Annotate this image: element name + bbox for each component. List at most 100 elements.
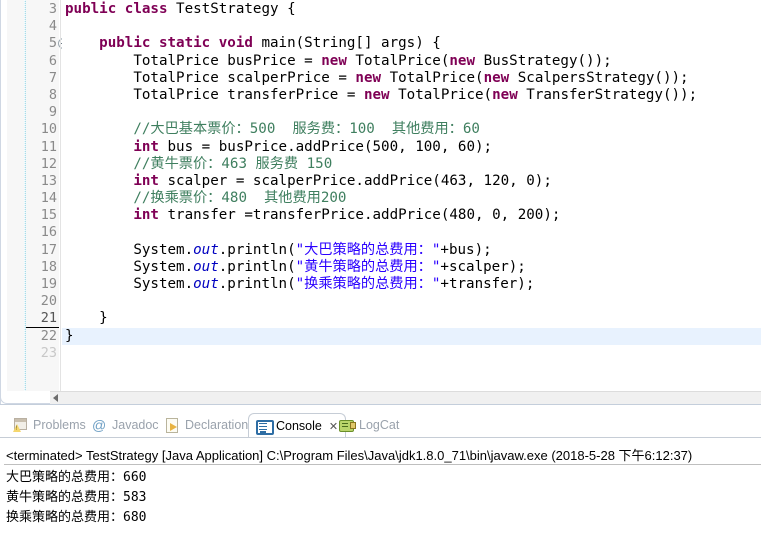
code-text-area[interactable]: public class TestStrategy { public stati… xyxy=(62,0,761,391)
code-token-kw: new xyxy=(355,69,390,86)
console-output-line: 换乘策略的总费用：680 xyxy=(6,510,147,525)
tab-logcat[interactable]: LogCat xyxy=(332,413,406,437)
code-token-pl: TotalPrice( xyxy=(398,86,493,103)
code-token-pl: transfer =transferPrice.addPrice(480, 0,… xyxy=(167,207,561,224)
code-token-pl: main(String[] args) { xyxy=(261,35,441,52)
line-number-11: 11 xyxy=(26,139,59,156)
view-separator xyxy=(0,404,761,405)
code-line-17[interactable]: System.out.println("大巴策略的总费用："+bus); xyxy=(62,242,761,259)
line-number-label: 11 xyxy=(40,138,57,155)
scroll-left-arrow-icon[interactable] xyxy=(53,394,58,402)
code-token-pl: scalper = scalperPrice.addPrice(463, 120… xyxy=(167,172,552,189)
code-line-14[interactable]: //换乘票价：480 其他费用200 xyxy=(62,190,761,207)
line-number-9: 9 xyxy=(26,104,59,121)
code-token-kw: public static void xyxy=(99,35,262,52)
code-token-str: "换乘策略的总费用： xyxy=(295,276,432,292)
line-number-21: 21 xyxy=(26,310,59,328)
code-token-pl: TotalPrice scalperPrice = xyxy=(65,69,356,86)
line-number-label: 6 xyxy=(48,52,57,69)
console-output-line: 黄牛策略的总费用：583 xyxy=(6,490,147,505)
code-token-kw: new xyxy=(483,69,518,86)
tab-declaration[interactable]: Declaration xyxy=(158,413,255,437)
code-line-6[interactable]: TotalPrice busPrice = new TotalPrice(new… xyxy=(62,53,761,70)
line-number-label: 3 xyxy=(48,1,57,17)
line-number-10: 10 xyxy=(26,121,59,138)
at-icon: @ xyxy=(92,416,107,433)
code-token-fld: out xyxy=(193,258,219,275)
line-number-5: 5 xyxy=(26,35,69,52)
line-number-19: 19 xyxy=(26,276,59,293)
line-number-4: 4 xyxy=(26,18,59,35)
editor-horizontal-scrollbar[interactable] xyxy=(50,391,761,404)
console-launch-header: <terminated> TestStrategy [Java Applicat… xyxy=(6,448,693,463)
code-token-cmt: //黄牛票价：463 服务费 150 xyxy=(133,155,333,172)
code-line-22[interactable]: } xyxy=(62,327,761,345)
code-token-kw: new xyxy=(492,86,527,103)
line-number-22: 22 xyxy=(26,328,59,345)
tab-label: Console xyxy=(276,419,322,433)
code-line-10[interactable]: //大巴基本票价：500 服务费：100 其他费用：60 xyxy=(62,121,761,138)
console-output-text[interactable]: 大巴策略的总费用：660 黄牛策略的总费用：583 换乘策略的总费用：680 xyxy=(6,468,756,528)
code-line-19[interactable]: System.out.println("换乘策略的总费用："+transfer)… xyxy=(62,276,761,293)
code-line-11[interactable]: int bus = busPrice.addPrice(500, 100, 60… xyxy=(62,139,761,156)
tab-label: LogCat xyxy=(359,418,400,432)
code-token-kw: new xyxy=(363,86,399,103)
line-number-label: 13 xyxy=(40,172,57,189)
line-number-label: 19 xyxy=(40,276,57,292)
declaration-icon xyxy=(165,417,180,433)
code-token-cmt: //换乘票价：480 其他费用200 xyxy=(133,190,347,207)
code-token-pl: +transfer); xyxy=(440,276,535,292)
bottom-view-tabbar[interactable]: Problems@JavadocDeclarationConsole✕LogCa… xyxy=(0,413,761,439)
code-line-21[interactable]: } xyxy=(62,310,761,327)
line-number-18: 18 xyxy=(26,259,59,276)
line-number-label: 5 xyxy=(48,35,57,52)
line-number-label: 18 xyxy=(40,258,57,275)
code-line-13[interactable]: int scalper = scalperPrice.addPrice(463,… xyxy=(62,173,761,190)
tab-problems[interactable]: Problems xyxy=(6,413,93,437)
code-token-str: "黄牛策略的总费用： xyxy=(295,258,432,275)
code-token-kw: int xyxy=(133,138,168,155)
line-number-label: 4 xyxy=(48,18,57,35)
line-number-label: 17 xyxy=(40,241,57,258)
code-line-8[interactable]: TotalPrice transferPrice = new TotalPric… xyxy=(62,87,761,104)
line-number-3: 3 xyxy=(26,1,59,18)
console-output-line: 大巴策略的总费用：660 xyxy=(6,470,147,485)
line-number-label: 12 xyxy=(40,155,57,172)
code-line-3[interactable]: public class TestStrategy { xyxy=(62,1,761,18)
code-line-16[interactable] xyxy=(62,224,761,241)
console-header-divider xyxy=(4,464,761,465)
code-token-pl: TotalPrice busPrice = xyxy=(65,52,322,69)
tab-javadoc[interactable]: @ Javadoc xyxy=(85,413,166,437)
code-token-pl: BusStrategy()); xyxy=(483,52,612,69)
line-number-label: 15 xyxy=(40,207,57,224)
line-number-label: 14 xyxy=(40,190,57,207)
line-number-23-partial: 23 xyxy=(40,344,57,361)
logcat-icon xyxy=(339,418,356,433)
code-line-15[interactable]: int transfer =transferPrice.addPrice(480… xyxy=(62,207,761,224)
code-line-20[interactable] xyxy=(62,293,761,310)
code-token-kw: int xyxy=(133,172,168,189)
code-token-pl: ScalpersStrategy()); xyxy=(517,69,689,86)
code-line-5[interactable]: public static void main(String[] args) { xyxy=(62,35,761,52)
line-number-label: 21 xyxy=(40,310,57,327)
code-line-18[interactable]: System.out.println("黄牛策略的总费用："+scalper); xyxy=(62,259,761,276)
code-token-fld: out xyxy=(193,276,219,292)
line-number-17: 17 xyxy=(26,242,59,259)
code-line-12[interactable]: //黄牛票价：463 服务费 150 xyxy=(62,156,761,173)
code-token-pl: } xyxy=(65,310,108,327)
console-view-panel: Problems@JavadocDeclarationConsole✕LogCa… xyxy=(0,404,761,549)
code-token-pl: TransferStrategy()); xyxy=(526,86,698,103)
code-line-4[interactable] xyxy=(62,18,761,35)
code-token-pl: TestStrategy { xyxy=(176,1,296,17)
code-line-7[interactable]: TotalPrice scalperPrice = new TotalPrice… xyxy=(62,70,761,87)
code-line-9[interactable] xyxy=(62,104,761,121)
line-number-label: 10 xyxy=(40,121,57,138)
line-number-8: 8 xyxy=(26,87,59,104)
console-icon xyxy=(256,419,274,435)
code-token-pl: +scalper); xyxy=(440,258,526,275)
